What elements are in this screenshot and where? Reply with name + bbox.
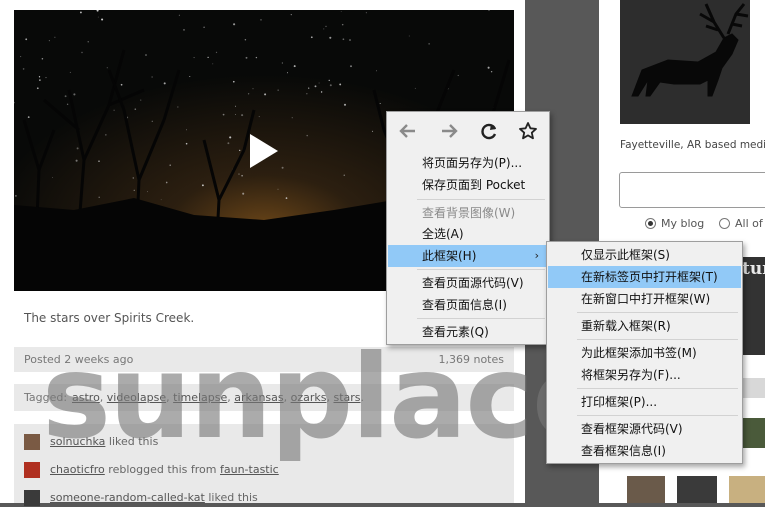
post-meta-bar: Posted 2 weeks ago 1,369 notes xyxy=(14,347,514,372)
reload-icon[interactable] xyxy=(478,120,500,142)
blog-bio: Fayetteville, AR based medi xyxy=(620,139,765,151)
menu-separator xyxy=(577,415,738,416)
notes-count[interactable]: 1,369 notes xyxy=(438,353,504,366)
submenu-item-show-only-this-frame[interactable]: 仅显示此框架(S) xyxy=(548,244,741,266)
note-user-link[interactable]: someone-random-called-kat xyxy=(50,491,205,504)
submenu-item-open-frame-new-tab[interactable]: 在新标签页中打开框架(T) xyxy=(548,266,741,288)
tag-link[interactable]: astro xyxy=(72,391,100,404)
elk-silhouette-icon xyxy=(620,0,750,124)
note-text: solnuchka liked this xyxy=(50,435,158,448)
posted-date[interactable]: Posted 2 weeks ago xyxy=(24,353,133,366)
avatar[interactable] xyxy=(24,462,40,478)
menu-item-this-frame-label: 此框架(H) xyxy=(422,249,477,263)
elk-avatar[interactable] xyxy=(620,0,750,124)
context-menu-nav xyxy=(387,112,549,150)
menu-separator xyxy=(417,318,545,319)
note-source-link[interactable]: faun-tastic xyxy=(220,463,279,476)
submenu-item-view-frame-source[interactable]: 查看框架源代码(V) xyxy=(548,418,741,440)
radio-all-label: All of xyxy=(735,217,763,230)
note-action: liked this xyxy=(204,491,258,504)
tag-separator: , xyxy=(99,391,107,404)
play-icon[interactable] xyxy=(250,134,278,168)
tag-link[interactable]: timelapse xyxy=(173,391,227,404)
note-text: chaoticfro reblogged this from faun-tast… xyxy=(50,463,279,476)
forward-arrow-icon[interactable] xyxy=(438,120,460,142)
radio-my-blog[interactable]: My blog xyxy=(645,217,704,230)
submenu-item-open-frame-new-window[interactable]: 在新窗口中打开框架(W) xyxy=(548,288,741,310)
sidebar-heading: tur xyxy=(742,259,765,279)
bookmark-star-icon[interactable] xyxy=(517,120,539,142)
radio-unselected-icon[interactable] xyxy=(719,218,730,229)
radio-selected-icon[interactable] xyxy=(645,218,656,229)
menu-separator xyxy=(577,339,738,340)
menu-separator xyxy=(577,388,738,389)
note-user-link[interactable]: chaoticfro xyxy=(50,463,105,476)
menu-item-inspect-element[interactable]: 查看元素(Q) xyxy=(388,321,548,343)
tag-link[interactable]: stars xyxy=(334,391,361,404)
avatar[interactable] xyxy=(24,490,40,506)
submenu-item-bookmark-frame[interactable]: 为此框架添加书签(M) xyxy=(548,342,741,364)
tag-link[interactable]: arkansas xyxy=(234,391,283,404)
menu-separator xyxy=(417,269,545,270)
menu-item-save-page-as[interactable]: 将页面另存为(P)... xyxy=(388,152,548,174)
note-user-link[interactable]: solnuchka xyxy=(50,435,105,448)
back-arrow-icon[interactable] xyxy=(397,120,419,142)
menu-item-this-frame[interactable]: 此框架(H) › xyxy=(388,245,548,267)
tags-list: astro, videolapse, timelapse, arkansas, … xyxy=(72,391,364,404)
tag-link[interactable]: ozarks xyxy=(291,391,327,404)
menu-item-select-all[interactable]: 全选(A) xyxy=(388,223,548,245)
tag-separator: , xyxy=(283,391,291,404)
avatar[interactable] xyxy=(24,434,40,450)
note-text: someone-random-called-kat liked this xyxy=(50,491,258,504)
photo-thumbnail[interactable] xyxy=(740,418,765,448)
menu-item-save-to-pocket[interactable]: 保存页面到 Pocket xyxy=(388,174,548,196)
photo-thumbnail[interactable] xyxy=(729,476,765,503)
submenu-item-reload-frame[interactable]: 重新载入框架(R) xyxy=(548,315,741,337)
radio-all-of[interactable]: All of xyxy=(719,217,763,230)
menu-separator xyxy=(577,312,738,313)
tags-label: Tagged: xyxy=(24,391,68,404)
search-input[interactable] xyxy=(619,172,765,208)
menu-item-view-background-image[interactable]: 查看背景图像(W) xyxy=(388,202,548,224)
submenu-item-save-frame-as[interactable]: 将框架另存为(F)... xyxy=(548,364,741,386)
notes-list: solnuchka liked this chaoticfro reblogged… xyxy=(14,424,514,506)
menu-item-view-page-source[interactable]: 查看页面源代码(V) xyxy=(388,272,548,294)
menu-separator xyxy=(417,199,545,200)
post-caption: The stars over Spirits Creek. xyxy=(24,311,195,325)
submenu-item-print-frame[interactable]: 打印框架(P)... xyxy=(548,391,741,413)
photo-thumbnail[interactable] xyxy=(627,476,665,503)
menu-item-view-page-info[interactable]: 查看页面信息(I) xyxy=(388,294,548,316)
tag-separator: . xyxy=(360,391,365,404)
frame-submenu: 仅显示此框架(S) 在新标签页中打开框架(T) 在新窗口中打开框架(W) 重新载… xyxy=(546,241,743,464)
tag-separator: , xyxy=(326,391,334,404)
tag-link[interactable]: videolapse xyxy=(107,391,166,404)
photo-thumbnail[interactable] xyxy=(677,476,717,503)
context-menu: 将页面另存为(P)... 保存页面到 Pocket 查看背景图像(W) 全选(A… xyxy=(386,111,550,345)
photo-thumbnail[interactable] xyxy=(742,378,765,398)
note-action: liked this xyxy=(105,435,159,448)
tags-bar: Tagged: astro, videolapse, timelapse, ar… xyxy=(14,384,514,411)
radio-my-blog-label: My blog xyxy=(661,217,705,230)
submenu-item-view-frame-info[interactable]: 查看框架信息(I) xyxy=(548,440,741,462)
note-action: reblogged this from xyxy=(104,463,220,476)
submenu-arrow-icon: › xyxy=(534,249,539,262)
